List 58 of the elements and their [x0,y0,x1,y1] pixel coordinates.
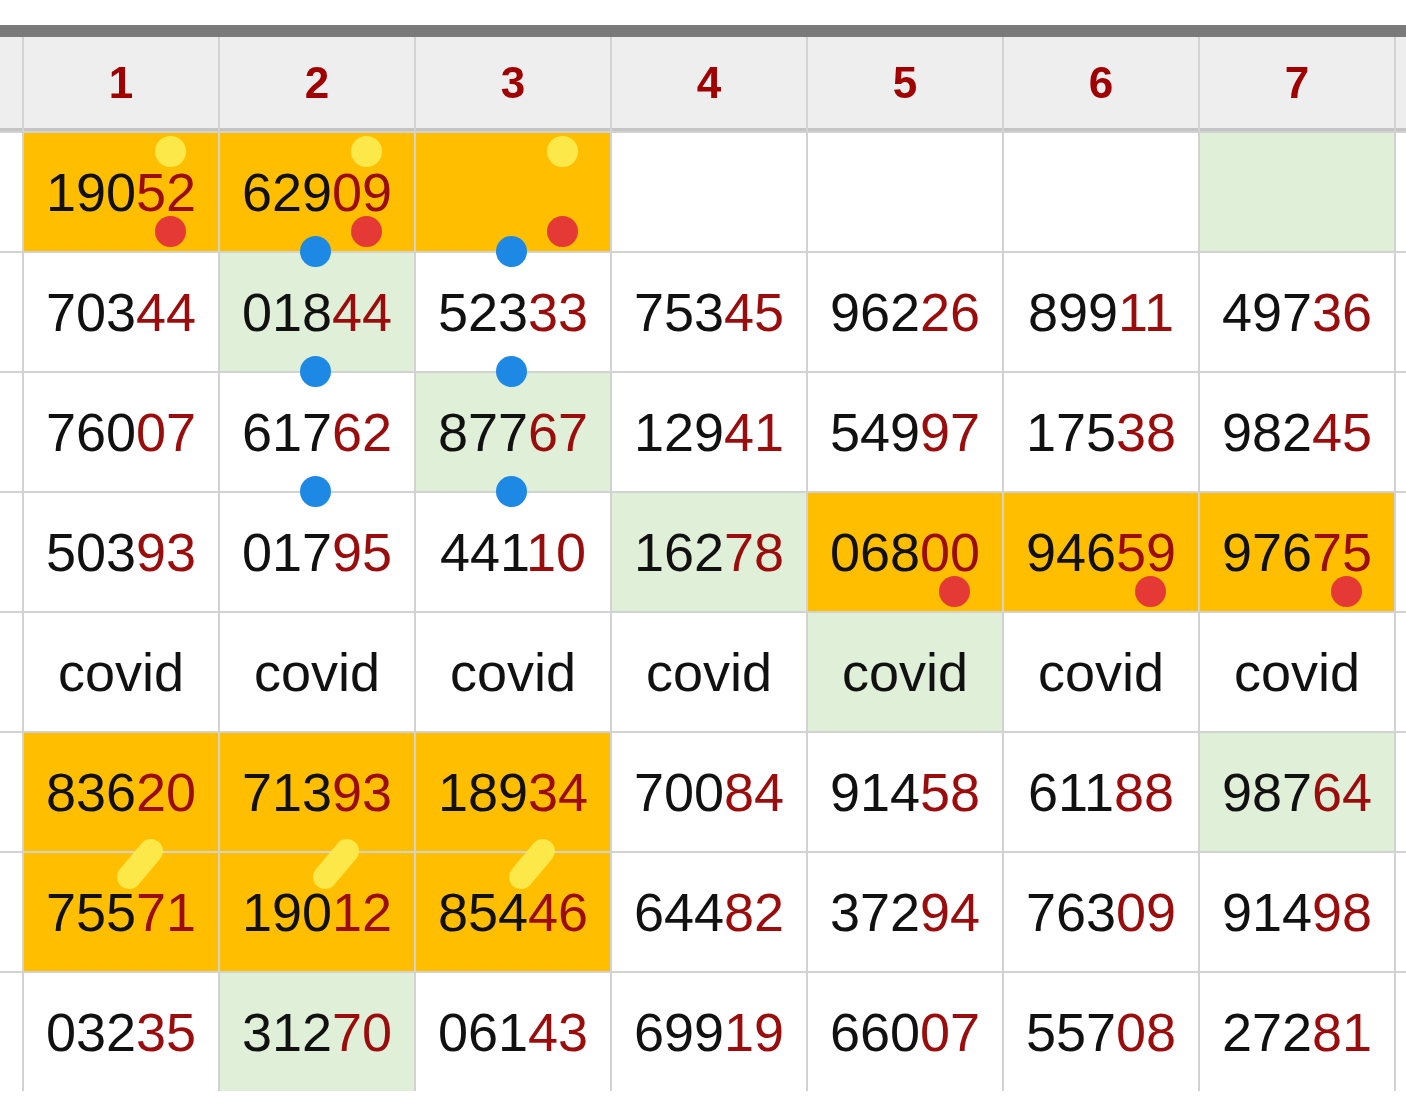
cell-text: 19012 [241,885,393,939]
cell-text: 19052 [45,165,197,219]
cell-text: 71393 [241,765,393,819]
cell-text: 75571 [45,885,197,939]
cell-text: covid [841,645,969,699]
cell-text: 01844 [241,285,393,339]
cell-text: 62909 [241,165,393,219]
column-header: 3 [416,37,610,131]
cell-text: 76309 [1025,885,1177,939]
cell-text: 55708 [1025,1005,1177,1059]
cell-text: covid [449,645,577,699]
cell-text: 03235 [45,1005,197,1059]
cell-text: 83620 [45,765,197,819]
cell-text: 87767 [437,405,589,459]
cell-text: 70344 [45,285,197,339]
cell-text: covid [1233,645,1361,699]
cell-text: 06800 [829,525,981,579]
cell-text: 12941 [633,405,785,459]
cell-text: 91498 [1221,885,1373,939]
cell-text: 96226 [829,285,981,339]
cell-text: 27281 [1221,1005,1373,1059]
cell-text: 31270 [241,1005,393,1059]
column-header: 6 [1004,37,1198,131]
cell-text: 44110 [439,525,587,579]
cell-text: covid [57,645,185,699]
column-header: 7 [1200,37,1394,131]
column-header: 2 [220,37,414,131]
cell-text: 94659 [1025,525,1177,579]
cell-text: 50393 [45,525,197,579]
cell-text: 61188 [1027,765,1175,819]
cell-text: 69919 [633,1005,785,1059]
cell-text: 49736 [1221,285,1373,339]
cell-text: 97675 [1221,525,1373,579]
cell-text: 64482 [633,885,785,939]
cell-text: 06143 [437,1005,589,1059]
column-header: 4 [612,37,806,131]
cell-text: 18934 [437,765,589,819]
cell-text: 98245 [1221,405,1373,459]
cell-text: 01795 [241,525,393,579]
cell-text: covid [1037,645,1165,699]
cell-text: 54997 [829,405,981,459]
cell-text: 76007 [45,405,197,459]
column-header: 1 [24,37,218,131]
cell-text: 66007 [829,1005,981,1059]
cell-text: 70084 [633,765,785,819]
cell-text: 98764 [1221,765,1373,819]
cell-text: 91458 [829,765,981,819]
cell-text: 52333 [437,285,589,339]
cell-text: 17538 [1025,405,1177,459]
column-header: 5 [808,37,1002,131]
cell-text: 85446 [437,885,589,939]
cell-text: 89911 [1027,285,1175,339]
cell-text: covid [253,645,381,699]
cell-text: 37294 [829,885,981,939]
cell-text: 75345 [633,285,785,339]
cell-text: 16278 [633,525,785,579]
cell-text: covid [645,645,773,699]
cell-text: 61762 [241,405,393,459]
